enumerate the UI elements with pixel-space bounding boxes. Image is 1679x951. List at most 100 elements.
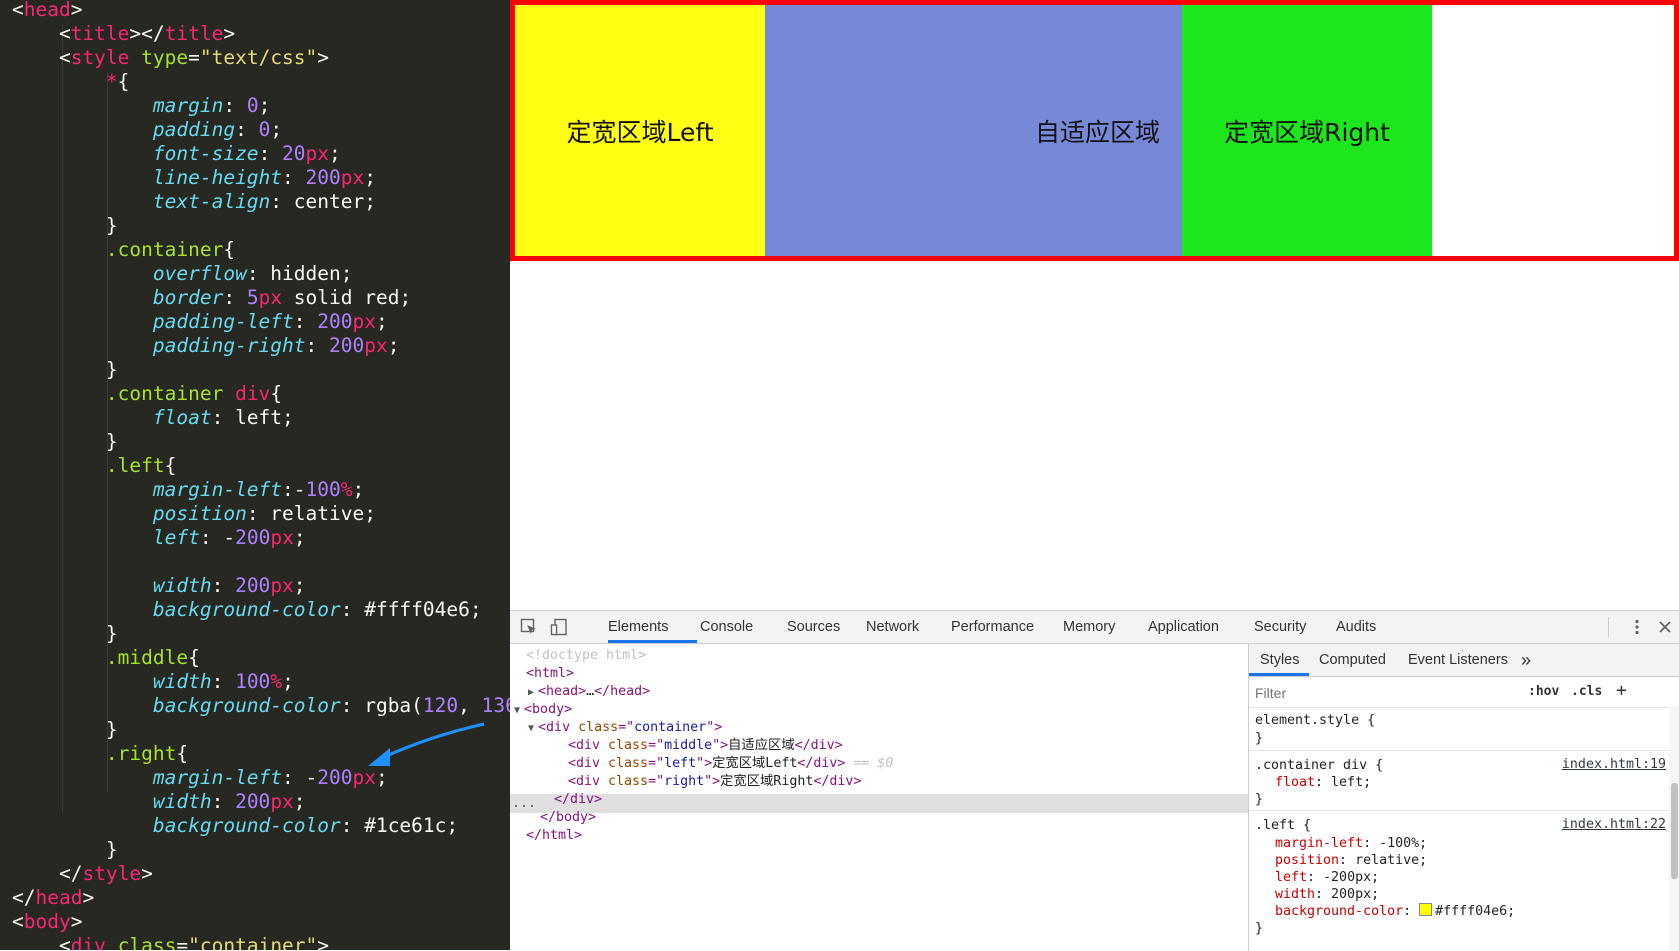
code-line[interactable]: line-height: 200px; <box>12 166 376 190</box>
hov-toggle[interactable]: :hov <box>1528 684 1559 699</box>
code-line[interactable]: } <box>12 718 118 742</box>
code-line[interactable]: margin: 0; <box>12 94 270 118</box>
code-line[interactable]: width: 100%; <box>12 670 294 694</box>
code-line[interactable]: *{ <box>12 70 130 94</box>
code-line[interactable]: left: -200px; <box>12 526 306 550</box>
code-line[interactable]: .container div{ <box>12 382 282 406</box>
rule-close: } <box>1255 792 1264 807</box>
cls-toggle[interactable]: .cls <box>1571 684 1602 699</box>
code-token: :- <box>282 478 306 501</box>
code-token: 0 <box>246 94 259 117</box>
tab-computed[interactable]: Computed <box>1319 644 1386 676</box>
code-line[interactable]: background-color: rgba(120, 136, 2 <box>12 694 510 718</box>
dom-node[interactable]: <div class="right">定宽区域Right</div> <box>568 772 861 791</box>
code-line[interactable]: .middle{ <box>12 646 200 670</box>
code-line[interactable]: <title></title> <box>12 22 235 46</box>
tab-security[interactable]: Security <box>1254 611 1306 643</box>
code-line[interactable]: width: 200px; <box>12 574 306 598</box>
style-property[interactable]: position: relative; <box>1275 852 1427 869</box>
code-editor[interactable]: <head> <title></title> <style type="text… <box>0 0 510 950</box>
style-property[interactable]: width: 200px; <box>1275 886 1379 903</box>
style-property[interactable]: float: left; <box>1275 774 1371 791</box>
dom-token: 自适应区域 <box>728 738 795 753</box>
dom-node[interactable]: <html> <box>526 664 574 683</box>
collapse-arrow-icon[interactable]: ▼ <box>528 723 540 734</box>
tab-console[interactable]: Console <box>700 611 753 643</box>
tab-network[interactable]: Network <box>866 611 919 643</box>
code-line[interactable]: </style> <box>12 862 153 886</box>
code-line[interactable]: font-size: 20px; <box>12 142 341 166</box>
rule-source-link[interactable]: index.html:22 <box>1562 817 1666 832</box>
code-line[interactable]: padding: 0; <box>12 118 282 142</box>
code-line[interactable]: </head> <box>12 886 94 910</box>
tab-styles[interactable]: Styles <box>1260 644 1300 676</box>
code-line[interactable]: position: relative; <box>12 502 376 526</box>
code-line[interactable]: background-color: #ffff04e6; <box>12 598 482 622</box>
styles-scrollbar[interactable] <box>1669 707 1679 951</box>
tab-memory[interactable]: Memory <box>1063 611 1115 643</box>
rule-source-link[interactable]: index.html:19 <box>1562 757 1666 772</box>
code-line[interactable]: padding-left: 200px; <box>12 310 388 334</box>
code-line[interactable]: float: left; <box>12 406 294 430</box>
inspect-element-icon[interactable] <box>520 618 538 636</box>
collapse-arrow-icon[interactable]: ▼ <box>514 705 526 716</box>
more-options-icon[interactable] <box>1628 618 1646 636</box>
dom-node[interactable]: </div> <box>554 790 602 809</box>
code-line[interactable]: width: 200px; <box>12 790 306 814</box>
more-tabs-icon[interactable]: » <box>1521 644 1531 676</box>
tab-audits[interactable]: Audits <box>1336 611 1376 643</box>
styles-filter-input[interactable] <box>1253 681 1519 705</box>
code-line[interactable]: } <box>12 358 118 382</box>
element-style-selector[interactable]: element.style { <box>1255 712 1375 729</box>
tab-elements[interactable]: Elements <box>608 611 668 643</box>
container-div-selector[interactable]: .container div { <box>1255 757 1383 774</box>
code-line[interactable]: <div class="container"> <box>12 934 329 950</box>
expand-arrow-icon[interactable]: ▶ <box>528 687 540 698</box>
style-property[interactable]: margin-left: -100%; <box>1275 835 1427 852</box>
code-line[interactable]: } <box>12 838 118 862</box>
code-line[interactable]: <head> <box>12 0 82 22</box>
code-line[interactable]: <body> <box>12 910 82 934</box>
dom-node[interactable]: <div class="middle">自适应区域</div> <box>568 736 843 755</box>
code-token: head <box>23 0 71 21</box>
tab-application[interactable]: Application <box>1148 611 1219 643</box>
code-line[interactable]: background-color: #1ce61c; <box>12 814 458 838</box>
dom-node[interactable]: </body> <box>540 808 596 827</box>
code-line[interactable]: .container{ <box>12 238 235 262</box>
code-line[interactable]: margin-left:-100%; <box>12 478 364 502</box>
tab-sources[interactable]: Sources <box>787 611 840 643</box>
dom-node[interactable]: ▼ <body> <box>514 700 572 719</box>
close-icon[interactable] <box>1656 618 1674 636</box>
code-line[interactable]: .right{ <box>12 742 188 766</box>
scrollbar-thumb[interactable] <box>1671 783 1678 879</box>
dom-node[interactable]: <div class="left">定宽区域Left</div> == $0 <box>568 754 893 773</box>
code-line[interactable]: margin-left: -200px; <box>12 766 388 790</box>
code-token: > <box>141 862 153 885</box>
dom-node[interactable]: ▶ <head>…</head> <box>528 682 650 701</box>
device-toggle-icon[interactable] <box>550 618 568 636</box>
tab-performance[interactable]: Performance <box>951 611 1034 643</box>
property-value: relative; <box>1355 853 1428 868</box>
code-line[interactable]: border: 5px solid red; <box>12 286 411 310</box>
color-swatch[interactable] <box>1419 903 1433 916</box>
tab-event-listeners[interactable]: Event Listeners <box>1408 644 1508 676</box>
new-style-rule-icon[interactable]: + <box>1616 680 1627 701</box>
code-line[interactable]: } <box>12 430 118 454</box>
selected-node-dots[interactable]: ... <box>512 794 536 813</box>
property-name: background-color <box>1275 904 1404 919</box>
code-line[interactable]: } <box>12 622 118 646</box>
code-token: padding <box>152 118 236 141</box>
dom-node[interactable]: ▼ <div class="container"> <box>528 718 722 737</box>
left-selector[interactable]: .left { <box>1255 817 1311 834</box>
dom-node[interactable]: <!doctype html> <box>526 646 646 665</box>
code-line[interactable]: <style type="text/css"> <box>12 46 329 70</box>
code-line[interactable]: overflow: hidden; <box>12 262 353 286</box>
code-line[interactable]: text-align: center; <box>12 190 376 214</box>
code-line[interactable]: } <box>12 214 118 238</box>
dom-node[interactable]: </html> <box>526 826 582 845</box>
style-property[interactable]: left: -200px; <box>1275 869 1379 886</box>
code-line[interactable]: .left{ <box>12 454 176 478</box>
style-property[interactable]: background-color: #ffff04e6; <box>1275 903 1515 920</box>
code-line[interactable]: padding-right: 200px; <box>12 334 400 358</box>
code-token: } <box>12 718 118 741</box>
